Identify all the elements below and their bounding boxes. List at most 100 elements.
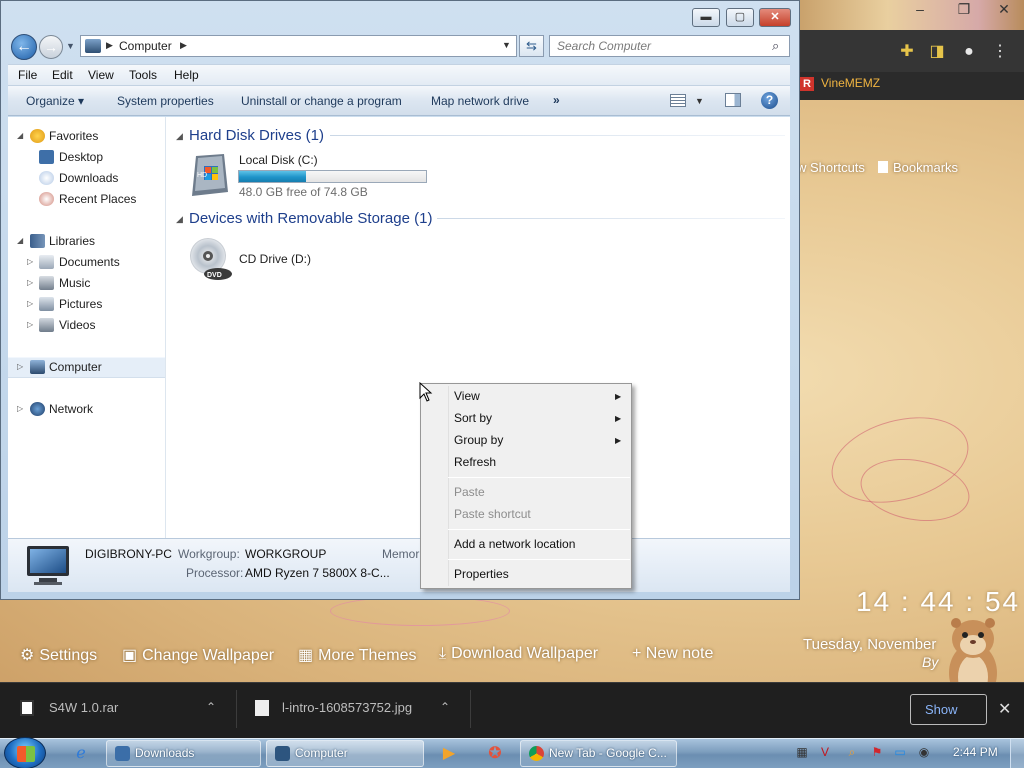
bookmarks-link[interactable]: Bookmarks [878,160,958,175]
taskbar-downloads-button[interactable]: Downloads [106,740,261,767]
chrome-restore-button[interactable]: ❐ [952,1,976,17]
media-player-icon[interactable]: ▶ [430,741,468,766]
download-item-rar[interactable]: S4W 1.0.rar [49,700,118,715]
menu-view[interactable]: View [88,68,114,82]
bookmark-vinememz[interactable]: VineMEMZ [821,76,880,90]
nav-recent-places[interactable]: Recent Places [8,189,164,209]
ntp-settings-link[interactable]: ⚙ Settings [20,645,97,665]
ntp-more-themes-link[interactable]: ▦ More Themes [298,645,417,665]
nav-desktop[interactable]: Desktop [8,147,164,167]
group-collapse-icon[interactable]: ◢ [176,131,183,142]
nav-computer-label: Computer [49,360,102,374]
start-button[interactable] [4,737,46,768]
ctx-sort-by[interactable]: Sort by [454,411,492,425]
collapsed-arrow-icon[interactable]: ▷ [27,273,33,293]
download-item-jpg[interactable]: l-intro-1608573752.jpg [282,700,412,715]
nav-libraries[interactable]: ◢ Libraries [8,231,164,251]
taskbar-chrome-button[interactable]: New Tab - Google C... [520,740,677,767]
tray-icon[interactable]: ▦ [795,745,809,759]
ctx-add-network-location[interactable]: Add a network location [454,537,575,551]
group-hard-disk-drives[interactable]: Hard Disk Drives (1) [189,127,324,144]
chevron-down-icon[interactable]: ▼ [695,96,704,106]
chevron-right-icon[interactable]: ▶ [106,40,113,51]
ctx-group-by[interactable]: Group by [454,433,503,447]
nav-network[interactable]: ▷ Network [8,399,164,419]
extension-icon[interactable]: ◨ [927,42,947,62]
collapsed-arrow-icon[interactable]: ▷ [17,357,23,377]
ctx-properties[interactable]: Properties [454,567,509,581]
vivaldi-tray-icon[interactable]: V [818,745,832,759]
hard-disk-icon[interactable]: HD [188,152,232,198]
close-button[interactable]: ✕ [759,8,791,27]
help-icon[interactable]: ? [761,92,778,109]
change-view-icon[interactable] [670,94,686,107]
address-bar[interactable]: ▶ Computer ▶ ▼ [80,35,517,57]
system-properties-button[interactable]: System properties [117,94,214,108]
preview-pane-icon[interactable] [725,93,741,107]
chrome-minimize-button[interactable]: – [908,1,932,17]
internet-explorer-icon[interactable]: ℯ [62,741,100,766]
volume-tray-icon[interactable]: ◉ [917,745,931,759]
chevron-up-icon[interactable]: ⌃ [440,700,450,714]
display-tray-icon[interactable]: ▭ [893,745,907,759]
chevron-down-icon[interactable]: ▼ [502,40,511,50]
ctx-refresh[interactable]: Refresh [454,455,496,469]
collapsed-arrow-icon[interactable]: ▷ [27,315,33,335]
drive-c-label[interactable]: Local Disk (C:) [239,153,318,167]
collapsed-arrow-icon[interactable]: ▷ [27,252,33,272]
ntp-change-wallpaper-link[interactable]: ▣ Change Wallpaper [122,645,274,665]
nav-documents[interactable]: ▷ Documents [8,252,164,272]
collapsed-arrow-icon[interactable]: ▷ [27,294,33,314]
minimize-button[interactable]: ▬ [692,8,720,27]
show-all-button[interactable]: Show [910,694,987,725]
back-button[interactable]: ← [11,34,37,60]
more-commands-button[interactable]: » [553,93,560,107]
ntp-download-wallpaper-link[interactable]: ⤓ Download Wallpaper [439,645,598,663]
nav-videos[interactable]: ▷ Videos [8,315,164,335]
drive-d-label[interactable]: CD Drive (D:) [239,252,311,266]
search-tray-icon[interactable]: ⌕ [845,745,859,759]
dvd-drive-icon[interactable]: DVD [188,236,234,282]
menu-file[interactable]: File [18,68,37,82]
nav-downloads-label: Downloads [59,171,119,185]
expanded-arrow-icon[interactable]: ◢ [17,126,23,146]
menu-tools[interactable]: Tools [129,68,157,82]
search-icon[interactable]: ⌕ [772,38,779,54]
maximize-button[interactable]: ▢ [726,8,754,27]
wallpaper-clock: 14 : 44 : 54 [856,586,1021,617]
menu-edit[interactable]: Edit [52,68,73,82]
chevron-up-icon[interactable]: ⌃ [206,700,216,714]
nav-pictures[interactable]: ▷ Pictures [8,294,164,314]
group-removable-storage[interactable]: Devices with Removable Storage (1) [189,210,432,227]
collapsed-arrow-icon[interactable]: ▷ [17,399,23,419]
flag-tray-icon[interactable]: ⚑ [870,745,884,759]
nav-downloads[interactable]: Downloads [8,168,164,188]
search-input[interactable]: Search Computer ⌕ [549,35,790,57]
uninstall-program-button[interactable]: Uninstall or change a program [241,94,402,108]
show-shortcuts-link[interactable]: w Shortcuts [797,160,865,175]
organize-button[interactable]: Organize ▾ [26,94,84,108]
recent-pages-dropdown[interactable]: ▼ [66,41,75,51]
tray-clock[interactable]: 2:44 PM [953,745,998,759]
refresh-button[interactable]: ⇆ [519,35,544,57]
extension-puzzle-icon[interactable]: ✚ [897,42,917,62]
nav-computer[interactable]: ▷ Computer [8,357,164,377]
map-network-drive-button[interactable]: Map network drive [431,94,529,108]
app-icon[interactable]: ✪ [476,741,514,766]
expanded-arrow-icon[interactable]: ◢ [17,231,23,251]
profile-avatar-icon[interactable]: ● [959,42,979,62]
chrome-menu-icon[interactable]: ⋮ [990,42,1010,62]
menu-help[interactable]: Help [174,68,199,82]
group-collapse-icon[interactable]: ◢ [176,214,183,225]
close-icon[interactable]: ✕ [998,699,1011,719]
show-desktop-button[interactable] [1010,739,1024,768]
chevron-right-icon[interactable]: ▶ [180,40,187,51]
nav-favorites[interactable]: ◢ Favorites [8,126,164,146]
breadcrumb-computer[interactable]: Computer [119,39,172,53]
chrome-close-button[interactable]: ✕ [992,1,1016,17]
taskbar-computer-button[interactable]: Computer [266,740,424,767]
ctx-view[interactable]: View [454,389,480,403]
nav-music[interactable]: ▷ Music [8,273,164,293]
ntp-new-note-link[interactable]: + New note [632,645,713,663]
forward-button[interactable]: → [39,35,63,59]
